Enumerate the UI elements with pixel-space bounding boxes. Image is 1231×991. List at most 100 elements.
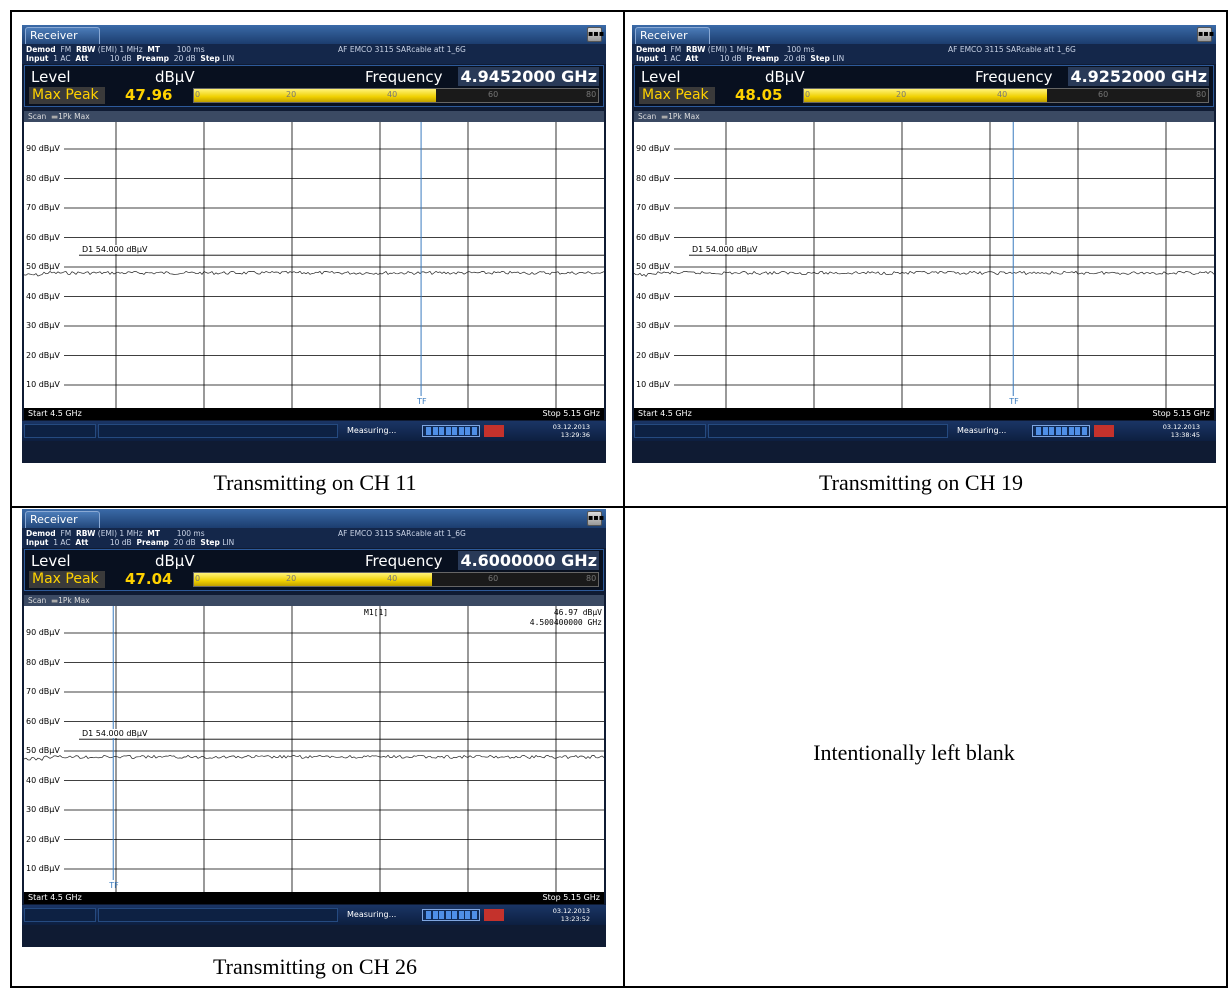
spectrum-plot[interactable]: 90 dBμV 80 dBμV 70 dBμV 60 dBμV 50 dBμV 40 dB… [634,122,1214,408]
span-footer: Start 4.5 GHz Stop 5.15 GHz [634,408,1214,420]
bar-tick: 20 [286,90,297,99]
y-tick-label: 80 dBμV [26,173,60,183]
bar-tick: 40 [387,574,398,583]
y-tick-label: 10 dBμV [26,864,60,873]
spectrum-plot[interactable]: 90 dBμV 80 dBμV 70 dBμV 60 dBμV 50 dBμV 40 dB… [24,122,604,408]
menu-icon[interactable]: ▪▪▪ [587,511,604,526]
scan-label: Scan [28,596,47,605]
mt-key: MT [147,529,161,538]
tf-marker-label: TF [109,881,119,890]
y-tick-label: 80 dBμV [636,173,670,183]
y-tick-label: 30 dBμV [26,321,60,330]
tab-receiver[interactable]: Receiver [25,27,100,44]
table-divider-vertical [623,12,625,986]
start-frequency: Start 4.5 GHz [28,893,82,902]
datetime: 03.12.2013 13:29:36 [518,423,590,439]
settings-info: Demod FM RBW (EMI) 1 MHz MT 100 ms AF EM… [22,44,606,64]
y-tick-label: 70 dBμV [636,203,670,212]
marker-frequency: 4.500400000 GHz [529,618,602,627]
info-line-2: Input 1 AC Att 10 dB Preamp 20 dB Step L… [26,538,234,548]
level-value: 47.96 [125,86,173,104]
marker-level: 46.97 dBμV [553,608,602,617]
preamp-value: 20 dB [173,538,196,547]
transducer-info: AF EMCO 3115 SARcable att 1_6G [338,45,466,54]
instrument-flag-icon [484,909,504,921]
preamp-value: 20 dB [173,54,196,63]
detector-label: Max Peak [29,87,105,104]
demod-key: Demod [26,529,56,538]
instrument-flag-icon [484,425,504,437]
y-tick-label: 60 dBμV [26,232,60,242]
y-tick-label: 70 dBμV [26,687,60,696]
progress-segment [1075,427,1080,435]
progress-segment [432,911,438,919]
stop-frequency: Stop 5.15 GHz [542,893,601,902]
scan-header: Scan ▬1Pk Max [24,111,604,122]
att-value: 10 dB [109,538,132,547]
time: 13:29:36 [560,431,590,439]
input-value: 1 AC [53,54,71,63]
att-value: 10 dB [719,54,742,63]
bar-tick: 80 [586,90,597,99]
level-value: 47.04 [125,570,173,588]
y-tick-label: 60 dBμV [26,716,60,726]
progress-segment [432,427,438,435]
frequency-label: Frequency [975,68,1053,86]
tab-receiver[interactable]: Receiver [25,511,100,528]
level-unit: dBμV [155,552,195,570]
frequency-value[interactable]: 4.6000000 GHz [458,551,599,570]
progress-segment [471,427,477,435]
preamp-value: 20 dB [783,54,806,63]
rbw-key: RBW [76,529,96,538]
status-bar: Measuring... 03.12.2013 13:29:36 [22,421,606,441]
y-tick-label: 20 dBμV [26,834,60,844]
y-tick-label: 10 dBμV [636,380,670,389]
y-tick-label: 50 dBμV [26,262,60,271]
level-bar-fill [194,89,437,102]
preamp-key: Preamp [136,538,170,547]
status-field-message [98,424,338,438]
level-bar-fill [804,89,1047,102]
scan-header: Scan ▬1Pk Max [634,111,1214,122]
spectrum-plot[interactable]: 90 dBμV 80 dBμV 70 dBμV 60 dBμV 50 dBμV 40 dB… [24,606,604,892]
status-field-left [24,908,96,922]
stop-frequency: Stop 5.15 GHz [542,409,601,418]
tab-receiver[interactable]: Receiver [635,27,710,44]
menu-icon[interactable]: ▪▪▪ [587,27,604,42]
att-key: Att [75,538,89,547]
trace-label: 1Pk Max [58,112,90,121]
scan-label: Scan [638,112,657,121]
info-line-2: Input 1 AC Att 10 dB Preamp 20 dB Step L… [26,54,234,64]
progress-segment [465,911,470,919]
bar-tick: 80 [586,574,597,583]
table-divider-horizontal [12,506,1226,508]
measuring-status: Measuring... [347,426,397,435]
span-footer: Start 4.5 GHz Stop 5.15 GHz [24,408,604,420]
status-field-message [708,424,948,438]
trace-1pk-max [634,270,1214,277]
progress-segment [426,427,431,435]
progress-segment [1081,427,1087,435]
step-key: Step [810,54,830,63]
frequency-value[interactable]: 4.9252000 GHz [1068,67,1209,86]
bar-tick: 0 [805,90,811,99]
date: 03.12.2013 [1162,423,1200,431]
stop-frequency: Stop 5.15 GHz [1152,409,1211,418]
preamp-key: Preamp [746,54,780,63]
frequency-value[interactable]: 4.9452000 GHz [458,67,599,86]
level-label: Level [641,68,681,86]
progress-segment [458,911,464,919]
progress-segment [465,427,470,435]
menu-icon[interactable]: ▪▪▪ [1197,27,1214,42]
measuring-status: Measuring... [957,426,1007,435]
progress-segment [1062,427,1067,435]
y-tick-label: 40 dBμV [636,291,670,301]
analyzer-screenshot-ch11: Receiver ▪▪▪ Demod FM RBW (EMI) 1 MHz MT… [22,25,606,463]
y-tick-label: 80 dBμV [26,657,60,667]
spectrum-svg [24,122,604,408]
time: 13:23:52 [560,915,590,923]
caption-ch11: Transmitting on CH 11 [213,470,417,495]
progress-segment [452,911,457,919]
level-bargraph: 0 20 40 60 80 [193,572,599,587]
mt-key: MT [757,45,771,54]
